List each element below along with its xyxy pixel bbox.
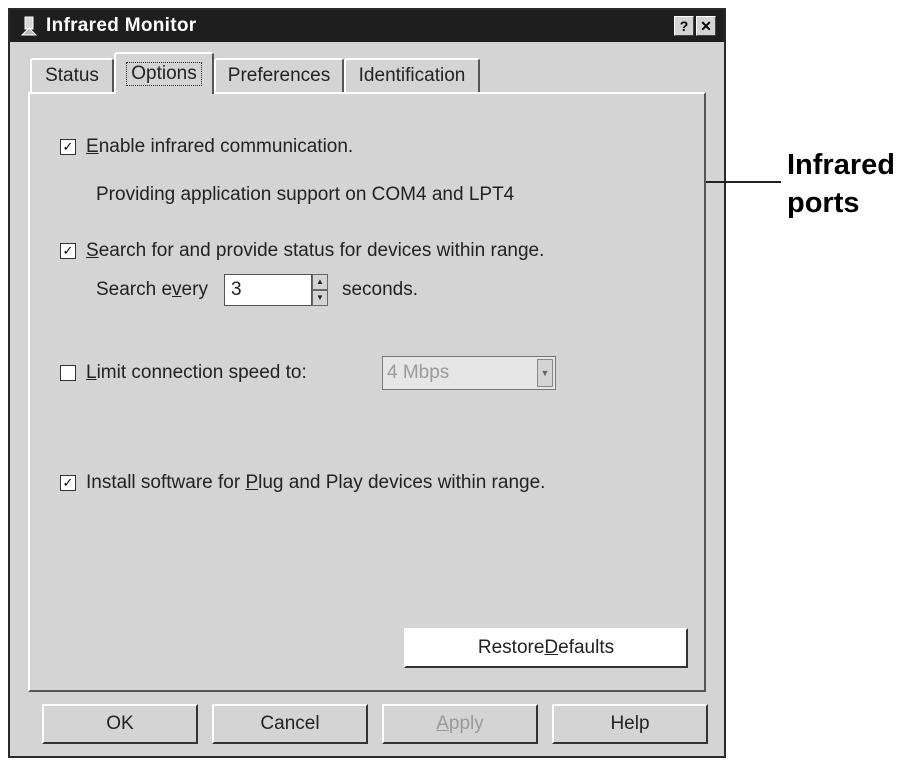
spin-down-icon[interactable]: ▼ xyxy=(311,290,328,306)
close-icon[interactable]: ✕ xyxy=(696,16,716,36)
search-every-label: Search every xyxy=(96,279,208,300)
enable-ir-checkbox[interactable]: ✓ xyxy=(60,139,76,155)
ok-button[interactable]: OK xyxy=(42,704,198,744)
apply-button[interactable]: Apply xyxy=(382,704,538,744)
title-bar: Infrared Monitor ? ✕ xyxy=(10,10,724,42)
tab-status-label: Status xyxy=(45,65,99,86)
limit-speed-row[interactable]: Limit connection speed to: xyxy=(60,362,307,384)
cancel-button[interactable]: Cancel xyxy=(212,704,368,744)
help-button[interactable]: Help xyxy=(552,704,708,744)
search-every-row: Search every 3 ▲ ▼ seconds. xyxy=(96,274,418,306)
help-icon[interactable]: ? xyxy=(674,16,694,36)
infrared-ports-callout: Infrared ports xyxy=(787,146,897,222)
enable-ir-row[interactable]: ✓ Enable infrared communication. xyxy=(60,136,353,158)
tab-options[interactable]: Options xyxy=(114,52,214,94)
search-status-checkbox[interactable]: ✓ xyxy=(60,243,76,259)
port-info-text: Providing application support on COM4 an… xyxy=(96,184,515,205)
tab-preferences-label: Preferences xyxy=(227,65,331,86)
options-panel: ✓ Enable infrared communication. Providi… xyxy=(28,92,706,692)
search-status-row[interactable]: ✓ Search for and provide status for devi… xyxy=(60,240,544,262)
connection-speed-select[interactable]: 4 Mbps ▼ xyxy=(382,356,556,390)
search-interval-input[interactable]: 3 xyxy=(223,274,312,306)
callout-label-line1: Infrared xyxy=(787,149,895,181)
tab-options-label: Options xyxy=(126,62,202,86)
search-status-label: Search for and provide status for device… xyxy=(86,240,545,261)
install-pnp-checkbox[interactable]: ✓ xyxy=(60,475,76,491)
tab-identification-label: Identification xyxy=(358,65,466,86)
install-pnp-row[interactable]: ✓ Install software for Plug and Play dev… xyxy=(60,472,545,494)
check-icon: ✓ xyxy=(62,243,74,258)
infrared-monitor-window: Infrared Monitor ? ✕ Status Options Pref… xyxy=(8,8,726,758)
callout-label-line2: ports xyxy=(787,187,860,219)
check-icon: ✓ xyxy=(62,139,74,154)
spin-up-icon[interactable]: ▲ xyxy=(311,274,328,290)
seconds-label: seconds. xyxy=(341,279,418,300)
enable-ir-label: Enable infrared communication. xyxy=(86,136,354,157)
chevron-down-icon[interactable]: ▼ xyxy=(537,359,553,387)
limit-speed-label: Limit connection speed to: xyxy=(86,362,307,383)
check-icon: ✓ xyxy=(62,475,74,490)
tab-identification[interactable]: Identification xyxy=(344,58,480,92)
infrared-monitor-icon xyxy=(20,16,38,36)
connection-speed-value: 4 Mbps xyxy=(387,362,450,383)
restore-defaults-button[interactable]: Restore Defaults xyxy=(404,628,688,668)
limit-speed-checkbox[interactable] xyxy=(60,365,76,381)
tab-status[interactable]: Status xyxy=(30,58,114,92)
install-pnp-label: Install software for Plug and Play devic… xyxy=(86,472,546,493)
tab-preferences[interactable]: Preferences xyxy=(214,58,344,92)
search-interval-spinner[interactable]: ▲ ▼ xyxy=(311,274,328,306)
window-title: Infrared Monitor xyxy=(46,15,197,36)
